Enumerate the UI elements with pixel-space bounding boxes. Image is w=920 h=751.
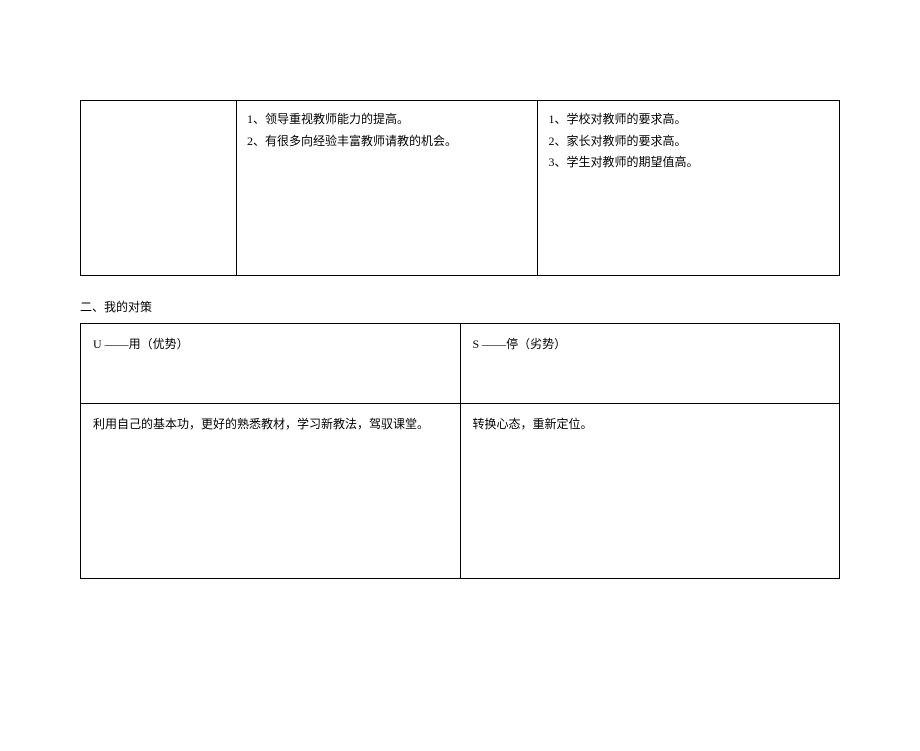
- strategy-header-right: S ——停（劣势）: [460, 324, 840, 404]
- table-row: 1、领导重视教师能力的提高。 2、有很多向经验丰富教师请教的机会。 1、学校对教…: [81, 101, 840, 276]
- section-title: 二、我的对策: [80, 298, 840, 315]
- top-table-col3: 1、学校对教师的要求高。 2、家长对教师的要求高。 3、学生对教师的期望值高。: [538, 101, 840, 276]
- top-table-col2: 1、领导重视教师能力的提高。 2、有很多向经验丰富教师请教的机会。: [236, 101, 538, 276]
- list-item: 2、有很多向经验丰富教师请教的机会。: [247, 131, 528, 153]
- strategy-content-left: 利用自己的基本功，更好的熟悉教材，学习新教法，驾驭课堂。: [81, 404, 461, 579]
- strategy-content-right: 转换心态，重新定位。: [460, 404, 840, 579]
- list-item: 1、领导重视教师能力的提高。: [247, 109, 528, 131]
- list-item: 1、学校对教师的要求高。: [548, 109, 829, 131]
- strategy-table: U ——用（优势） S ——停（劣势） 利用自己的基本功，更好的熟悉教材，学习新…: [80, 323, 840, 579]
- table-row: U ——用（优势） S ——停（劣势）: [81, 324, 840, 404]
- table-row: 利用自己的基本功，更好的熟悉教材，学习新教法，驾驭课堂。 转换心态，重新定位。: [81, 404, 840, 579]
- list-item: 3、学生对教师的期望值高。: [548, 152, 829, 174]
- top-table: 1、领导重视教师能力的提高。 2、有很多向经验丰富教师请教的机会。 1、学校对教…: [80, 100, 840, 276]
- top-table-col1: [81, 101, 237, 276]
- strategy-header-left: U ——用（优势）: [81, 324, 461, 404]
- list-item: 2、家长对教师的要求高。: [548, 131, 829, 153]
- document-page: 1、领导重视教师能力的提高。 2、有很多向经验丰富教师请教的机会。 1、学校对教…: [0, 100, 920, 579]
